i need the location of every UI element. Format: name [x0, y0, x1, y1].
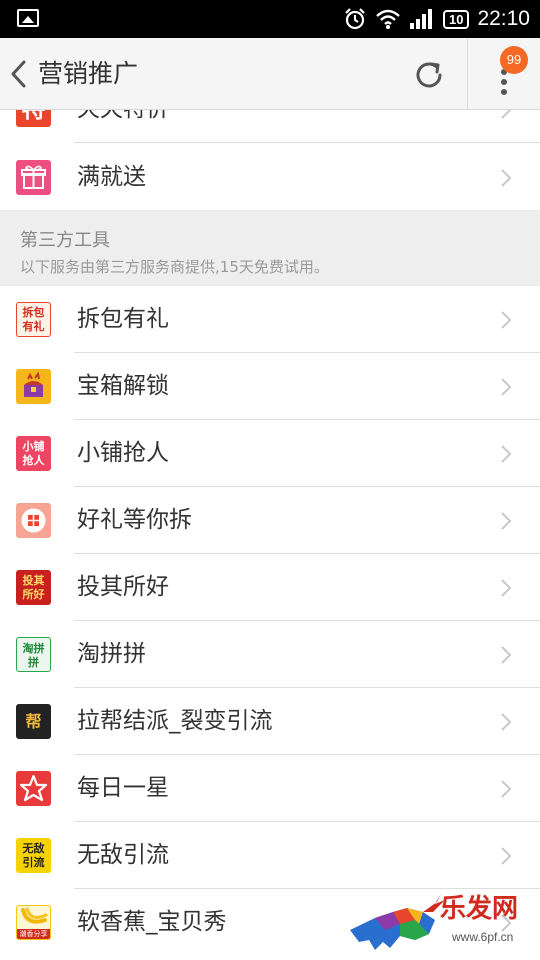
- touqi-icon-text: 投其所好: [22, 574, 45, 601]
- page-title: 营销推广: [38, 59, 139, 88]
- chevron-right-icon: [501, 646, 512, 664]
- chevron-right-icon: [501, 713, 512, 731]
- status-bar-right: 10 22:10: [343, 0, 530, 38]
- row-divider: [74, 142, 540, 143]
- list-item-touqisuohao[interactable]: 投其所好 投其所好: [0, 554, 540, 621]
- chevron-right-icon: [501, 169, 512, 187]
- status-bar: 10 22:10: [0, 0, 540, 38]
- watermark-url: www.6pf.cn: [452, 930, 514, 944]
- list-item-label: 拉帮结派_裂变引流: [77, 708, 273, 734]
- refresh-icon[interactable]: [412, 58, 446, 92]
- list-item-label: 拆包有礼: [77, 306, 169, 332]
- touqisuohao-icon: 投其所好: [16, 570, 51, 605]
- list-item-label: 满就送: [77, 164, 146, 190]
- wifi-icon: [376, 9, 400, 29]
- alarm-icon: [345, 8, 365, 30]
- list-item-chaibao-youli[interactable]: 拆包有礼 拆包有礼: [0, 286, 540, 353]
- chevron-right-icon: [501, 847, 512, 865]
- chaibao-icon-text: 拆包有礼: [22, 306, 45, 333]
- list-item-wudi-yinliu[interactable]: 无敌引流 无敌引流: [0, 822, 540, 889]
- list-item-label: 每日一星: [77, 775, 169, 801]
- chaibao-youli-icon: 拆包有礼: [16, 302, 51, 337]
- battery-indicator: 10: [442, 9, 470, 29]
- list-item-xiaopu-qiangren[interactable]: 小铺抢人 小铺抢人: [0, 420, 540, 487]
- chevron-right-icon: [501, 512, 512, 530]
- chevron-right-icon: [501, 378, 512, 396]
- taopinpin-icon: 淘拼拼: [16, 637, 51, 672]
- wudi-yinliu-icon: 无敌引流: [16, 838, 51, 873]
- list-item-label: 无敌引流: [77, 842, 169, 868]
- list-item-label: 天天特价: [77, 110, 169, 127]
- list-item-tiantian-tejia[interactable]: 特 天天特价: [0, 110, 540, 143]
- star-icon: [16, 771, 51, 806]
- chevron-right-icon: [501, 780, 512, 798]
- treasure-box-icon: [16, 369, 51, 404]
- tiantian-tejia-icon: 特: [16, 110, 51, 127]
- list-item-manjiusong[interactable]: 满就送: [0, 144, 540, 211]
- chevron-right-icon: [501, 110, 512, 119]
- wudi-icon-text: 无敌引流: [22, 842, 45, 869]
- app-header: 营销推广 99: [0, 38, 540, 110]
- chevron-right-icon: [501, 311, 512, 329]
- list-item-label: 淘拼拼: [77, 641, 146, 667]
- watermark-text: 乐发网: [440, 894, 519, 924]
- header-divider: [467, 38, 468, 110]
- list-item-label: 小铺抢人: [77, 440, 169, 466]
- list-item-label: 好礼等你拆: [77, 507, 192, 533]
- list-item-label: 软香蕉_宝贝秀: [77, 909, 227, 935]
- chevron-right-icon: [501, 579, 512, 597]
- list-item-labang-jiepai[interactable]: 帮 拉帮结派_裂变引流: [0, 688, 540, 755]
- xiaopu-qiangren-icon: 小铺抢人: [16, 436, 51, 471]
- labang-icon-glyph: 帮: [25, 712, 42, 731]
- gift-icon: [16, 160, 51, 195]
- list-item-baoxiang-jiesuo[interactable]: 宝箱解锁: [0, 353, 540, 420]
- image-notification-icon: [17, 9, 39, 27]
- list-item-label: 宝箱解锁: [77, 373, 169, 399]
- list-item-meiri-yixing[interactable]: 每日一星: [0, 755, 540, 822]
- chevron-right-icon: [501, 445, 512, 463]
- tiantian-icon-glyph: 特: [16, 110, 51, 127]
- status-time: 22:10: [477, 7, 530, 30]
- content-list: 特 天天特价 满就送 第三方工具 以下服务由第三方服务商提供,15天免费试用。 …: [0, 110, 540, 960]
- list-item-haoli-dengnichai[interactable]: 好礼等你拆: [0, 487, 540, 554]
- banana-icon: 潮香分享: [16, 905, 51, 940]
- taopin-icon-text: 淘拼拼: [22, 642, 45, 669]
- banana-icon-caption: 潮香分享: [17, 929, 50, 939]
- section-subtitle: 以下服务由第三方服务商提供,15天免费试用。: [20, 258, 329, 276]
- labang-icon: 帮: [16, 704, 51, 739]
- list-item-label: 投其所好: [77, 574, 169, 600]
- signal-icon: [409, 9, 432, 29]
- xiaopu-icon-text: 小铺抢人: [22, 440, 45, 467]
- list-item-taopinpin[interactable]: 淘拼拼 淘拼拼: [0, 621, 540, 688]
- notification-badge: 99: [500, 46, 528, 74]
- section-header-third-party: 第三方工具 以下服务由第三方服务商提供,15天免费试用。: [0, 210, 540, 286]
- back-arrow-icon[interactable]: [8, 58, 30, 90]
- haoli-icon: [16, 503, 51, 538]
- section-title: 第三方工具: [20, 230, 110, 251]
